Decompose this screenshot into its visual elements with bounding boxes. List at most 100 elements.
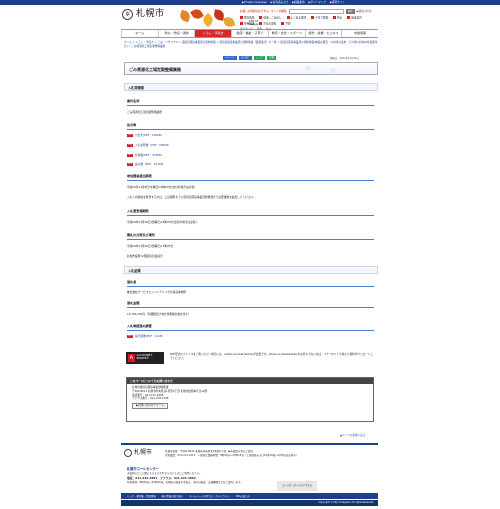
deadline-note: 入札への参加を希望する方は、上記期限までに環境局環境事業部総務課まで必要書類を提… — [127, 195, 256, 199]
adobe-reader-notice: A Get ADOBE® READER® PDF形式のファイルをご覧いただく場合… — [126, 352, 374, 369]
footer-link[interactable]: RSSの使い方 — [236, 495, 250, 498]
nav-disaster[interactable]: 防災・防犯・消防 — [157, 30, 195, 37]
deadline-heading: 参加資格提出期限 — [127, 174, 152, 178]
tweet-button[interactable]: ツイート — [223, 56, 237, 60]
nav-city[interactable]: 市政情報 — [341, 30, 378, 37]
city-crest-icon: ✲ — [122, 9, 133, 21]
pdf-icon: PDF — [127, 144, 133, 148]
quick-link[interactable]: 子育て情報 — [311, 16, 328, 20]
page-title-box: ごみ資源化工場定期整備業務 ❄ ❄ — [124, 62, 378, 75]
nav-home[interactable]: ホーム — [121, 30, 158, 37]
call-center-access-button[interactable]: コールセンターへのアクセス — [277, 481, 317, 491]
pdf-link[interactable]: PDF 入札説明書（PDF：206KB） — [127, 143, 170, 148]
footer-link[interactable]: 個人情報の取り扱い — [162, 495, 184, 498]
divider — [127, 307, 374, 308]
top-link-foreign[interactable]: ▶Foreign language — [242, 1, 267, 4]
footer-address: 札幌市役所 〒060-8611 札幌市中央区北1条西2丁目 ▶市役所庁舎のご案内… — [165, 450, 299, 457]
site-logo[interactable]: ✲ 札幌市 City of Sapporo — [122, 9, 260, 26]
footer-nav: リンク・著作権・免責事項 個人情報の取り扱い ホームページの考え方・ガイドライン… — [121, 493, 378, 499]
divider — [127, 129, 374, 130]
top-link-voice[interactable]: ▶音声読み上げ — [271, 1, 289, 4]
like-button[interactable]: いいね！ — [238, 56, 253, 60]
divider — [127, 239, 374, 240]
case-name-heading: 案件名称 — [127, 99, 140, 103]
period-heading: 入札書受領期限 — [127, 209, 149, 213]
top-links: ▶Foreign language ▶音声読み上げ ▶組織案内 ▶サイトマップ … — [242, 0, 345, 5]
case-name: ごみ資源化工場定期整備業務 — [127, 110, 162, 114]
page: ▶Foreign language ▶音声読み上げ ▶組織案内 ▶サイトマップ … — [0, 0, 500, 509]
share-tools: ツイート いいね！ シェア 印刷 — [223, 56, 277, 60]
nav-business[interactable]: 観光・産業・ビジネス — [304, 30, 342, 37]
divider — [127, 105, 374, 106]
price-value: 19,764,000円（消費税及び地方消費税の額を含む） — [127, 312, 191, 316]
quick-link[interactable]: 防災 — [333, 16, 342, 20]
price-heading: 落札金額 — [127, 301, 140, 305]
record-heading: 入札等経過の調書 — [127, 324, 152, 328]
top-link-org[interactable]: ▶組織案内 — [292, 1, 304, 4]
notice-heading: 告示等 — [127, 123, 137, 127]
divider — [127, 330, 374, 331]
pdf-link[interactable]: PDF 執行調書(PDF：41KB) — [127, 334, 163, 339]
updated-date: 更新日：2017年11月21日 — [330, 57, 359, 60]
pdf-icon: PDF — [127, 154, 133, 158]
divider — [127, 215, 374, 216]
page-title: ごみ資源化工場定期整備業務 — [129, 67, 181, 72]
section-heading: 入札等情報 — [124, 83, 378, 91]
contact-fax: ファクス番号：011-218-5108 — [132, 397, 169, 401]
winner-name: 株式会社サービスエンジニアリング北海道事務所 — [127, 290, 187, 294]
deadline-text: 平成29年11月8日(水曜日)16時00分(送付の場合は必着) — [127, 185, 195, 189]
footer: 札幌市 札幌市役所 〒060-8611 札幌市中央区北1条西2丁目 ▶市役所庁舎… — [121, 443, 378, 509]
footer-link[interactable]: リンク・著作権・免責事項 — [127, 495, 156, 498]
pdf-icon: PDF — [127, 163, 133, 167]
logo-text: 札幌市 — [136, 9, 165, 19]
result-heading: 入札結果 — [124, 266, 378, 274]
city-crest-icon — [124, 449, 132, 457]
opening-heading: 開札の日時及び場所 — [127, 233, 155, 237]
quick-link[interactable]: 施設案内 — [347, 16, 362, 20]
pdf-link[interactable]: PDF 仕様書(PDF：353KB) — [127, 153, 162, 158]
top-bar: ▶Foreign language ▶音声読み上げ ▶組織案内 ▶サイトマップ … — [0, 0, 500, 5]
quick-links: 緊急情報 健康・ごみ出し よくある質問 子育て情報 防災 施設案内 各種届出 市… — [240, 16, 378, 25]
adobe-icon: A — [128, 354, 135, 362]
footer-logo: 札幌市 — [124, 449, 152, 457]
pdf-link[interactable]: PDF 設計書（PDF：341KB） — [127, 162, 165, 167]
search-button[interactable]: 検索 — [345, 9, 355, 14]
nav-living[interactable]: くらし・手続き — [194, 30, 232, 37]
adobe-reader-banner[interactable]: A Get ADOBE® READER® — [126, 352, 164, 364]
quick-link[interactable]: 市長の部屋 — [259, 21, 276, 26]
top-link-mobile[interactable]: ▶携帯サイト — [330, 1, 345, 4]
snowflake-icon: ❄ — [330, 66, 337, 75]
quick-link[interactable]: 各種届出 — [240, 21, 254, 26]
inquiry-form-button[interactable]: ▶お問い合わせフォーム — [132, 403, 168, 409]
print-button[interactable]: 印刷 — [267, 56, 277, 60]
page-top-link[interactable]: ▲ページの先頭へ戻る — [340, 434, 365, 437]
period-text: 平成29年11月16日(金曜日)16時00分(送付の場合は必着) — [127, 220, 197, 224]
footer-link[interactable]: ホームページの考え方・ガイドライン — [189, 495, 230, 498]
breadcrumb[interactable]: ホーム > くらし・手続き > ごみ・リサイクル > 環境局環境事業部の契約情報… — [124, 41, 378, 49]
autumn-leaves-banner — [176, 7, 236, 29]
pdf-icon: PDF — [127, 335, 133, 339]
divider — [127, 286, 374, 287]
divider — [127, 180, 374, 181]
pdf-link[interactable]: PDF 公告文(PDF：100KB) — [127, 133, 162, 138]
opening-place: 札幌市役所12階環境局会議室 — [127, 254, 163, 258]
snowflake-icon: ❄ — [305, 64, 312, 73]
opening-datetime: 平成29年11月20日(金曜日)11時20分 — [127, 244, 174, 248]
quick-link[interactable]: 緊急情報 — [240, 16, 254, 20]
top-link-sitemap[interactable]: ▶サイトマップ — [308, 1, 326, 4]
quick-link[interactable]: よくある質問 — [286, 16, 306, 20]
nav-health[interactable]: 健康・福祉・子育て — [231, 30, 268, 37]
search-input[interactable] — [288, 9, 344, 14]
contact-box: このページについてのお問い合わせ 札幌市環境局環境事業部総務課 〒060-861… — [126, 377, 374, 422]
call-center: 札幌市コールセンター 市役所のどこに聞いたらよいかわからないときにご利用ください… — [127, 467, 317, 491]
quick-link[interactable]: 健康・ごみ出し — [259, 16, 282, 20]
global-nav: ホーム 防災・防犯・消防 くらし・手続き 健康・福祉・子育て 教育・文化・スポー… — [121, 29, 378, 38]
quick-link[interactable]: 予算 — [281, 21, 291, 26]
copyright: Copyright © City of Sapporo All rights R… — [121, 500, 378, 506]
search-label: お探しの情報はなですか。サイト内検索 — [240, 9, 287, 13]
pdf-icon: PDF — [127, 134, 133, 138]
search-help-link[interactable]: ▶検索の仕方 — [357, 10, 372, 13]
share-button[interactable]: シェア — [254, 56, 266, 60]
nav-education[interactable]: 教育・文化・スポーツ — [267, 30, 305, 37]
winner-heading: 落札者 — [127, 280, 137, 284]
